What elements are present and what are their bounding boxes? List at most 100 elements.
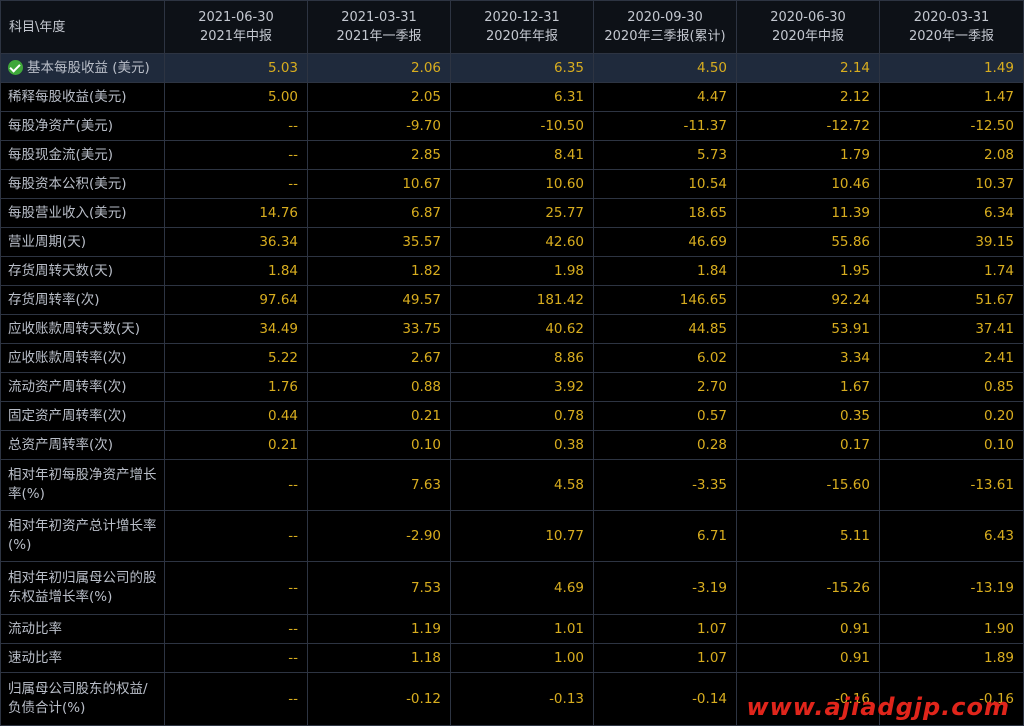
table-row[interactable]: 流动资产周转率(次)1.760.883.922.701.670.85 [1,373,1024,402]
table-row[interactable]: 每股净资产(美元)---9.70-10.50-11.37-12.72-12.50 [1,112,1024,141]
table-row[interactable]: 相对年初归属母公司的股东权益增长率(%)--7.534.69-3.19-15.2… [1,562,1024,615]
value-cell: -0.14 [594,673,737,726]
value-cell: 1.47 [880,83,1024,112]
value-cell: -0.12 [308,673,451,726]
value-cell: -12.50 [880,112,1024,141]
value-cell: 7.53 [308,562,451,615]
row-label-text: 稀释每股收益(美元) [8,89,127,105]
table-row[interactable]: 流动比率--1.191.011.070.911.90 [1,615,1024,644]
value-cell: 0.10 [880,431,1024,460]
value-cell: 4.58 [451,460,594,511]
table-row[interactable]: 每股资本公积(美元)--10.6710.6010.5410.4610.37 [1,170,1024,199]
period-header[interactable]: 2020-12-312020年年报 [451,1,594,54]
value-cell: 2.41 [880,344,1024,373]
value-cell: 1.79 [737,141,880,170]
value-cell: 35.57 [308,228,451,257]
period-header[interactable]: 2021-06-302021年中报 [165,1,308,54]
value-cell: -- [165,141,308,170]
row-label-text: 相对年初每股净资产增长率(%) [8,467,157,502]
value-cell: 2.67 [308,344,451,373]
value-cell: -0.13 [451,673,594,726]
table-row[interactable]: 速动比率--1.181.001.070.911.89 [1,644,1024,673]
value-cell: 36.34 [165,228,308,257]
value-cell: 10.60 [451,170,594,199]
value-cell: 2.14 [737,54,880,83]
value-cell: 51.67 [880,286,1024,315]
value-cell: -12.72 [737,112,880,141]
value-cell: 40.62 [451,315,594,344]
value-cell: 0.10 [308,431,451,460]
period-date: 2020-09-30 [627,10,703,25]
value-cell: 6.34 [880,199,1024,228]
table-row[interactable]: 营业周期(天)36.3435.5742.6046.6955.8639.15 [1,228,1024,257]
value-cell: 1.74 [880,257,1024,286]
value-cell: 97.64 [165,286,308,315]
period-label: 2021年一季报 [336,29,421,44]
value-cell: -10.50 [451,112,594,141]
row-label-text: 相对年初资产总计增长率(%) [8,518,157,553]
value-cell: 2.85 [308,141,451,170]
value-cell: 1.84 [594,257,737,286]
period-label: 2020年三季报(累计) [604,29,725,44]
value-cell: -- [165,644,308,673]
row-label-text: 存货周转天数(天) [8,263,113,279]
table-row[interactable]: 每股现金流(美元)--2.858.415.731.792.08 [1,141,1024,170]
table-row[interactable]: 固定资产周转率(次)0.440.210.780.570.350.20 [1,402,1024,431]
value-cell: 6.02 [594,344,737,373]
table-row[interactable]: 相对年初资产总计增长率(%)---2.9010.776.715.116.43 [1,511,1024,562]
row-label: 速动比率 [1,644,165,673]
value-cell: 53.91 [737,315,880,344]
value-cell: 1.18 [308,644,451,673]
value-cell: 8.41 [451,141,594,170]
value-cell: 1.19 [308,615,451,644]
period-label: 2020年一季报 [909,29,994,44]
value-cell: 55.86 [737,228,880,257]
table-row[interactable]: 存货周转率(次)97.6449.57181.42146.6592.2451.67 [1,286,1024,315]
value-cell: 37.41 [880,315,1024,344]
value-cell: 2.06 [308,54,451,83]
period-header[interactable]: 2020-09-30 2020年三季报(累计) [594,1,737,54]
row-label: 每股营业收入(美元) [1,199,165,228]
value-cell: 34.49 [165,315,308,344]
value-cell: -15.26 [737,562,880,615]
period-header[interactable]: 2021-03-312021年一季报 [308,1,451,54]
table-row[interactable]: 应收账款周转率(次)5.222.678.866.023.342.41 [1,344,1024,373]
value-cell: -13.19 [880,562,1024,615]
value-cell: 2.12 [737,83,880,112]
period-header[interactable]: 2020-03-312020年一季报 [880,1,1024,54]
table-row[interactable]: 总资产周转率(次)0.210.100.380.280.170.10 [1,431,1024,460]
table-body: 基本每股收益 (美元)5.032.066.354.502.141.49 稀释每股收… [1,54,1024,726]
row-label: 应收账款周转率(次) [1,344,165,373]
value-cell: 25.77 [451,199,594,228]
period-date: 2021-06-30 [198,10,274,25]
value-cell: 0.57 [594,402,737,431]
value-cell: 1.07 [594,644,737,673]
value-cell: -- [165,673,308,726]
table-row[interactable]: 应收账款周转天数(天)34.4933.7540.6244.8553.9137.4… [1,315,1024,344]
value-cell: 181.42 [451,286,594,315]
table-row[interactable]: 基本每股收益 (美元)5.032.066.354.502.141.49 [1,54,1024,83]
row-label: 归属母公司股东的权益/负债合计(%) [1,673,165,726]
value-cell: -2.90 [308,511,451,562]
value-cell: 1.76 [165,373,308,402]
value-cell: 1.07 [594,615,737,644]
value-cell: -3.19 [594,562,737,615]
table-row[interactable]: 每股营业收入(美元)14.766.8725.7718.6511.396.34 [1,199,1024,228]
table-row[interactable]: 稀释每股收益(美元)5.002.056.314.472.121.47 [1,83,1024,112]
value-cell: 1.00 [451,644,594,673]
value-cell: 2.08 [880,141,1024,170]
corner-header: 科目\年度 [1,1,165,54]
row-label: 流动比率 [1,615,165,644]
value-cell: 5.73 [594,141,737,170]
table-row[interactable]: 相对年初每股净资产增长率(%)--7.634.58-3.35-15.60-13.… [1,460,1024,511]
period-header[interactable]: 2020-06-302020年中报 [737,1,880,54]
table-row[interactable]: 存货周转天数(天)1.841.821.981.841.951.74 [1,257,1024,286]
value-cell: 5.22 [165,344,308,373]
row-label-text: 总资产周转率(次) [8,437,113,453]
value-cell: 5.03 [165,54,308,83]
value-cell: 5.00 [165,83,308,112]
value-cell: 8.86 [451,344,594,373]
value-cell: -- [165,615,308,644]
value-cell: 2.70 [594,373,737,402]
value-cell: 6.71 [594,511,737,562]
